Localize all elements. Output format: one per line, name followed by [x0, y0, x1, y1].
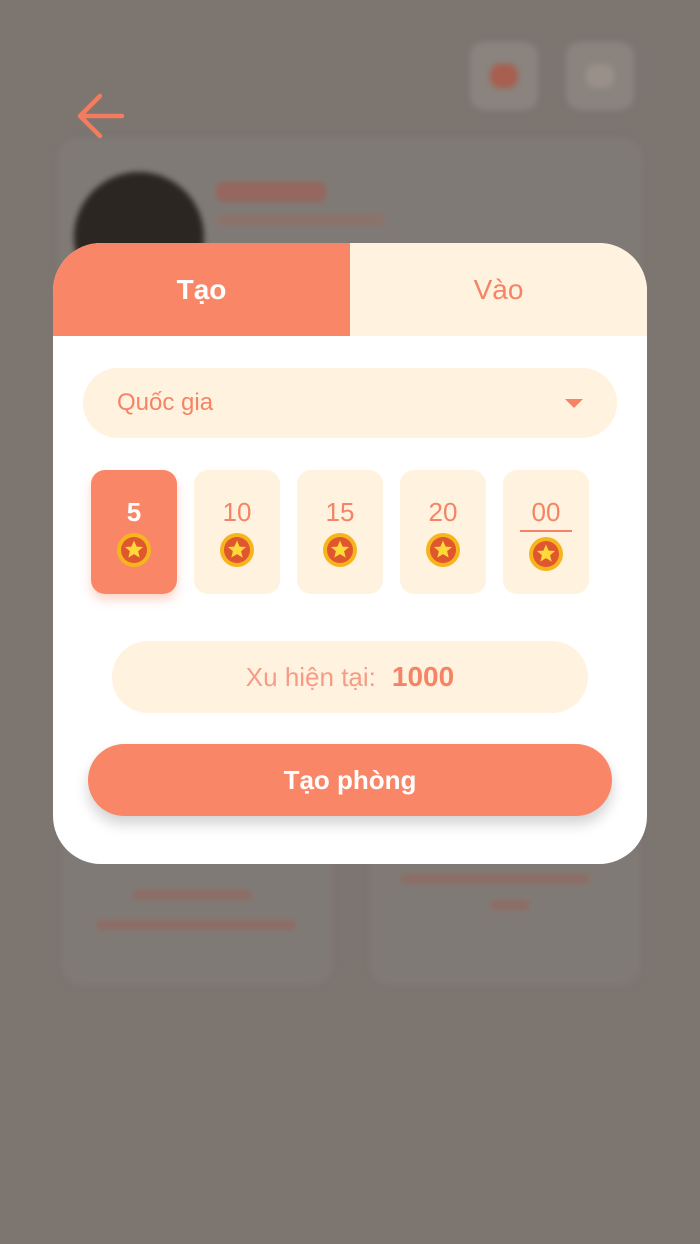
bet-option-10[interactable]: 10 [194, 470, 280, 594]
app-screen: Tạo Vào Quốc gia 5 10 15 20 00 Xu hiện t… [0, 0, 700, 1244]
star-coin-icon [117, 533, 151, 567]
arrow-left-icon [77, 93, 125, 139]
background-subtitle-placeholder [216, 214, 386, 226]
bet-option-15[interactable]: 15 [297, 470, 383, 594]
background-name-placeholder [216, 182, 326, 202]
create-room-dialog: Tạo Vào Quốc gia 5 10 15 20 00 Xu hiện t… [53, 243, 647, 864]
caret-down-icon [565, 398, 583, 408]
star-coin-icon [426, 533, 460, 567]
background-icon-button [566, 42, 634, 110]
current-coins: Xu hiện tại: 1000 [112, 641, 588, 713]
current-coins-amount: 1000 [391, 661, 455, 692]
create-room-button[interactable]: Tạo phòng [88, 744, 612, 816]
back-button[interactable] [74, 88, 128, 142]
star-coin-icon [220, 533, 254, 567]
bet-option-5[interactable]: 5 [91, 470, 177, 594]
bet-option-custom-input[interactable]: 00 [503, 496, 589, 532]
bet-option-value: 20 [428, 497, 458, 527]
tab-join[interactable]: Vào [350, 243, 647, 336]
star-coin-icon [529, 537, 563, 571]
bet-options: 5 10 15 20 00 [91, 470, 611, 594]
star-coin-icon [323, 533, 357, 567]
bet-option-value: 5 [126, 497, 142, 527]
current-coins-label: Xu hiện tại: [245, 661, 376, 692]
tab-create[interactable]: Tạo [53, 243, 350, 336]
country-dropdown[interactable]: Quốc gia [83, 368, 617, 438]
background-icon-button [470, 42, 538, 110]
bet-option-custom[interactable]: 00 [503, 470, 589, 594]
bet-option-value: 10 [222, 497, 252, 527]
bet-option-value: 15 [325, 497, 355, 527]
bet-option-20[interactable]: 20 [400, 470, 486, 594]
country-dropdown-label: Quốc gia [117, 389, 214, 416]
tab-bar: Tạo Vào [53, 243, 647, 336]
